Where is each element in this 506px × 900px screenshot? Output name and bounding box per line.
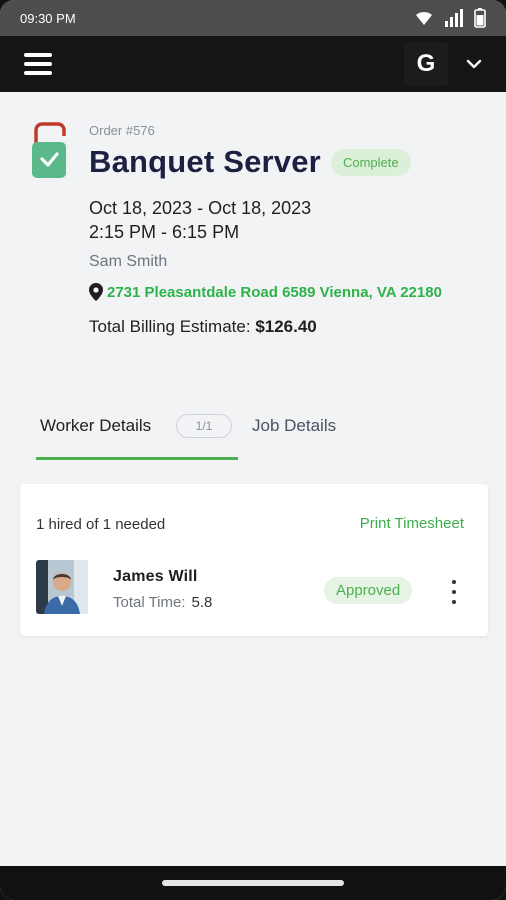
status-badge: Complete [330,148,411,176]
order-schedule: Oct 18, 2023 - Oct 18, 2023 2:15 PM - 6:… [89,196,311,244]
billing-label: Total Billing Estimate: [89,317,251,336]
system-nav-bar [0,866,506,900]
signal-icon [445,9,463,27]
status-icons [414,8,486,28]
date-range: Oct 18, 2023 - Oct 18, 2023 [89,198,312,218]
page-title: Banquet Server [89,144,321,179]
account-area: G [404,42,486,86]
tab-worker-details[interactable]: Worker Details 1/1 [36,412,238,460]
total-time-value: 5.8 [191,594,213,611]
tab-job-details[interactable]: Job Details [252,416,336,436]
more-options-icon[interactable] [448,580,460,604]
detail-tabs: Worker Details 1/1 Job Details [0,412,506,460]
hired-count: 1 hired of 1 needed [36,516,166,533]
time-range: 2:15 PM - 6:15 PM [89,222,240,242]
account-avatar[interactable]: G [404,42,448,86]
address-link[interactable]: 2731 Pleasantdale Road 6589 Vienna, VA 2… [89,283,442,301]
worker-total-time: Total Time: 5.8 [113,594,212,611]
unlocked-check-icon [30,122,68,178]
client-name: Sam Smith [89,253,168,270]
app-screen: 09:30 PM G Order #576 Banquet Server Com… [0,0,506,900]
title-row: Banquet Server Complete [89,144,411,180]
status-time: 09:30 PM [20,10,76,26]
wifi-icon [416,11,432,25]
approval-status-badge: Approved [324,577,413,604]
billing-estimate: Total Billing Estimate: $126.40 [89,317,317,337]
app-bar: G [0,36,506,92]
worker-count-badge: 1/1 [176,414,232,438]
battery-icon [474,8,486,28]
address-text: 2731 Pleasantdale Road 6589 Vienna, VA 2… [107,283,442,301]
order-number: Order #576 [89,123,155,138]
print-timesheet-link[interactable]: Print Timesheet [360,515,464,532]
billing-value: $126.40 [255,317,317,336]
worker-avatar[interactable] [36,560,88,614]
status-bar: 09:30 PM [0,0,506,36]
worker-name[interactable]: James Will [113,568,198,586]
map-pin-icon [89,283,103,301]
chevron-down-icon[interactable] [462,52,486,76]
worker-card: 1 hired of 1 needed Print Timesheet Jame… [20,484,488,636]
menu-icon[interactable] [24,53,52,75]
home-gesture-bar[interactable] [162,880,344,886]
tab-worker-details-label: Worker Details [40,416,152,435]
total-time-label: Total Time: [113,594,186,611]
